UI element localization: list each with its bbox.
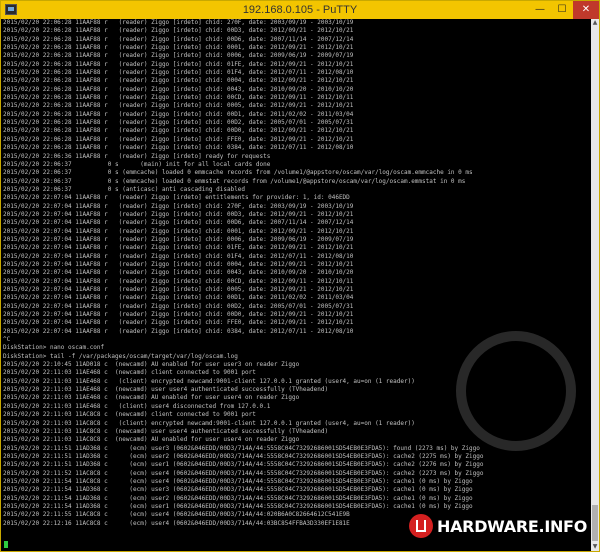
terminal-line: 2015/02/20 22:06:28 11AAF88 r (reader) Z… (3, 135, 354, 143)
terminal-line: 2015/02/20 22:07:04 11AAF88 r (reader) Z… (3, 311, 354, 319)
terminal-line: 2015/02/20 22:06:28 11AAF88 r (reader) Z… (3, 27, 354, 35)
terminal-line: 2015/02/20 22:06:37 0 s (emmcache) loade… (3, 169, 473, 177)
terminal-output[interactable]: 2015/02/20 22:06:28 11AAF88 r (reader) Z… (3, 19, 591, 551)
terminal-line: 2015/02/20 22:06:28 11AAF88 r (reader) Z… (3, 69, 354, 77)
terminal-line: 2015/02/20 22:06:37 0 s (anticasc) anti … (3, 185, 246, 193)
terminal-line: 2015/02/20 22:06:36 11AAF88 r (reader) Z… (3, 152, 271, 160)
terminal-line: 2015/02/20 22:07:04 11AAF88 r (reader) Z… (3, 194, 350, 202)
terminal-line: 2015/02/20 22:11:54 11AD368 c (ecm) user… (3, 486, 473, 494)
terminal-line: 2015/02/20 22:07:04 11AAF88 r (reader) Z… (3, 294, 354, 302)
hardware-info-logo-icon (409, 514, 433, 538)
scroll-up-arrow-icon[interactable]: ▲ (591, 19, 599, 27)
putty-window: 192.168.0.105 - PuTTY — ☐ ✕ 2015/02/20 2… (0, 0, 600, 552)
terminal-line: 2015/02/20 22:11:54 11AD368 c (ecm) user… (3, 494, 473, 502)
terminal-line: 2015/02/20 22:06:28 11AAF88 r (reader) Z… (3, 119, 354, 127)
terminal-line: DiskStation> nano oscam.conf (3, 344, 105, 352)
terminal-line: 2015/02/20 22:07:04 11AAF88 r (reader) Z… (3, 219, 354, 227)
terminal-line: DiskStation> tail -f /var/packages/oscam… (3, 352, 238, 360)
close-button[interactable]: ✕ (573, 1, 599, 19)
terminal-line: ^C (3, 336, 11, 344)
terminal-line: 2015/02/20 22:10:45 11AD018 c (newcamd) … (3, 361, 300, 369)
terminal-line: 2015/02/20 22:06:28 11AAF88 r (reader) Z… (3, 144, 354, 152)
terminal-line: 2015/02/20 22:06:28 11AAF88 r (reader) Z… (3, 60, 354, 68)
terminal-line: 2015/02/20 22:11:54 11AC8C8 c (ecm) user… (3, 477, 473, 485)
scroll-down-arrow-icon[interactable]: ▼ (591, 543, 599, 551)
terminal-line: 2015/02/20 22:06:28 11AAF88 r (reader) Z… (3, 52, 354, 60)
vertical-scrollbar[interactable]: ▲ ▼ (591, 19, 599, 551)
terminal-line: 2015/02/20 22:11:51 11AD368 c (ecm) user… (3, 461, 484, 469)
terminal-line: 2015/02/20 22:07:04 11AAF88 r (reader) Z… (3, 327, 354, 335)
terminal-line: 2015/02/20 22:07:04 11AAF88 r (reader) Z… (3, 227, 354, 235)
terminal-line: 2015/02/20 22:11:51 11AD368 c (ecm) user… (3, 452, 484, 460)
terminal-line: 2015/02/20 22:07:04 11AAF88 r (reader) Z… (3, 244, 354, 252)
terminal-line: 2015/02/20 22:06:28 11AAF88 r (reader) Z… (3, 19, 354, 26)
terminal-line: 2015/02/20 22:06:28 11AAF88 r (reader) Z… (3, 127, 354, 135)
terminal-line: 2015/02/20 22:11:03 11AE468 c (client) u… (3, 402, 271, 410)
window-title: 192.168.0.105 - PuTTY (242, 4, 358, 16)
terminal-line: 2015/02/20 22:06:28 11AAF88 r (reader) Z… (3, 102, 354, 110)
terminal-line: 2015/02/20 22:11:03 11AE468 c (newcamd) … (3, 386, 329, 394)
terminal-line: 2015/02/20 22:11:03 11AC8C8 c (newcamd) … (3, 411, 256, 419)
watermark-text: HARDWARE.INFO (437, 516, 587, 536)
terminal-line: 2015/02/20 22:11:03 11AE468 c (newcamd) … (3, 369, 256, 377)
terminal-line: 2015/02/20 22:07:04 11AAF88 r (reader) Z… (3, 210, 354, 218)
terminal-line: 2015/02/20 22:07:04 11AAF88 r (reader) Z… (3, 302, 354, 310)
terminal-line: 2015/02/20 22:06:28 11AAF88 r (reader) Z… (3, 77, 354, 85)
terminal-line: 2015/02/20 22:06:37 0 s (emmcache) loade… (3, 177, 466, 185)
terminal-cursor (4, 541, 8, 548)
terminal-line: 2015/02/20 22:07:04 11AAF88 r (reader) Z… (3, 252, 354, 260)
terminal-line: 2015/02/20 22:07:04 11AAF88 r (reader) Z… (3, 202, 354, 210)
minimize-button[interactable]: — (529, 1, 551, 19)
terminal-line: 2015/02/20 22:11:03 11AC8C8 c (newcamd) … (3, 427, 329, 435)
terminal-line: 2015/02/20 22:06:28 11AAF88 r (reader) Z… (3, 110, 354, 118)
terminal-line: 2015/02/20 22:06:28 11AAF88 r (reader) Z… (3, 85, 354, 93)
terminal-line: 2015/02/20 22:07:04 11AAF88 r (reader) Z… (3, 286, 354, 293)
scroll-thumb[interactable] (592, 505, 598, 541)
terminal-line: 2015/02/20 22:11:03 11AC8C8 c (newcamd) … (3, 436, 300, 444)
title-bar[interactable]: 192.168.0.105 - PuTTY — ☐ ✕ (1, 1, 599, 19)
terminal-line: 2015/02/20 22:06:37 0 s (main) init for … (3, 160, 271, 168)
terminal-line: 2015/02/20 22:11:03 11AE468 c (newcamd) … (3, 394, 300, 402)
terminal-line: 2015/02/20 22:06:28 11AAF88 r (reader) Z… (3, 44, 354, 52)
hardware-info-watermark: HARDWARE.INFO (409, 511, 587, 541)
terminal-line: 2015/02/20 22:07:04 11AAF88 r (reader) Z… (3, 235, 354, 243)
terminal-line: 2015/02/20 22:07:04 11AAF88 r (reader) Z… (3, 319, 354, 327)
terminal-line: 2015/02/20 22:11:03 11AE468 c (client) e… (3, 377, 415, 385)
terminal-line: 2015/02/20 22:11:52 11AC8C8 c (ecm) user… (3, 469, 484, 477)
maximize-button[interactable]: ☐ (551, 1, 573, 19)
terminal-line: 2015/02/20 22:06:28 11AAF88 r (reader) Z… (3, 94, 354, 102)
terminal-line: 2015/02/20 22:11:51 11AD368 c (ecm) user… (3, 444, 480, 452)
terminal-line: 2015/02/20 22:07:04 11AAF88 r (reader) Z… (3, 277, 354, 285)
terminal-line: 2015/02/20 22:07:04 11AAF88 r (reader) Z… (3, 260, 354, 268)
terminal-line: 2015/02/20 22:07:04 11AAF88 r (reader) Z… (3, 269, 354, 277)
terminal-line: 2015/02/20 22:06:28 11AAF88 r (reader) Z… (3, 35, 354, 43)
terminal-line: 2015/02/20 22:11:03 11AC8C8 c (client) e… (3, 419, 415, 427)
